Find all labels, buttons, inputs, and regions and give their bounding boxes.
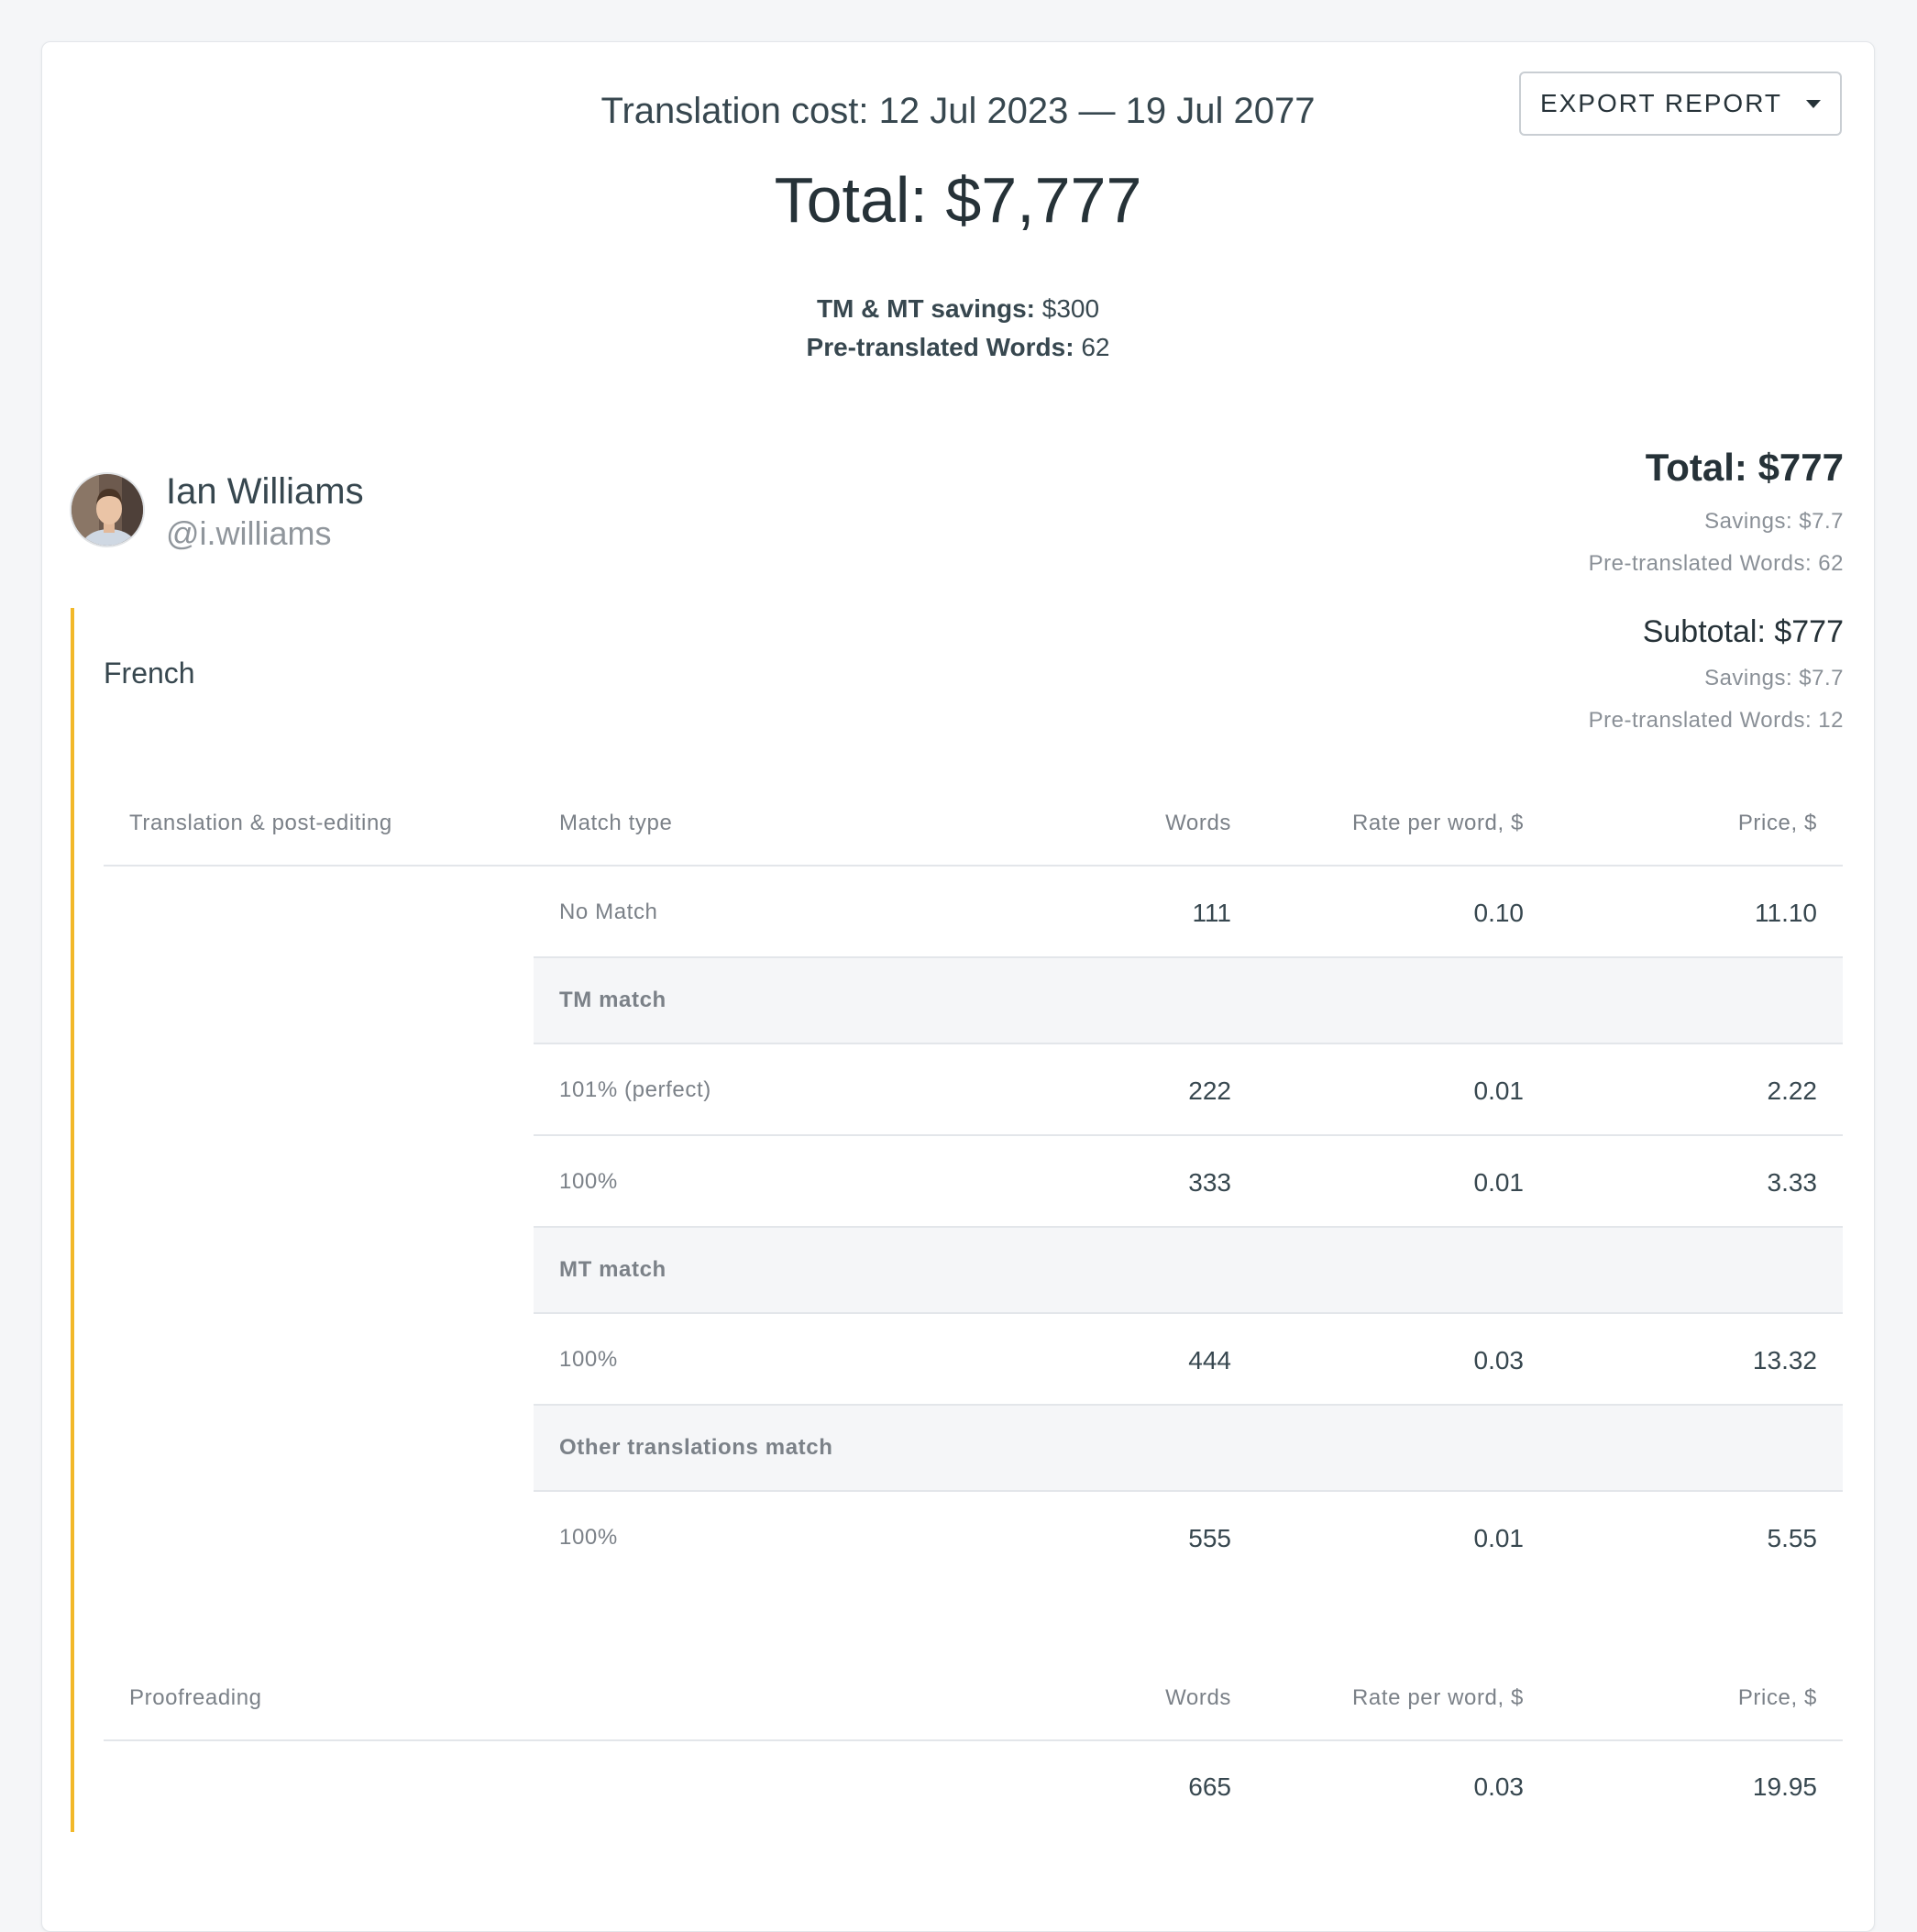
column-header-words: Words xyxy=(1165,1685,1231,1710)
row-divider xyxy=(534,1312,1843,1314)
savings-value: $300 xyxy=(1041,294,1100,323)
column-header-rate: Rate per word, $ xyxy=(1351,811,1524,835)
group-label-other-translations: Other translations match xyxy=(559,1435,833,1460)
group-label-mt-match: MT match xyxy=(559,1257,667,1282)
column-header-proofreading: Proofreading xyxy=(129,1685,262,1710)
pretranslated-value: 62 xyxy=(1081,333,1110,361)
header-divider xyxy=(104,865,1843,867)
avatar xyxy=(70,472,145,547)
price-cell: 3.33 xyxy=(1767,1168,1818,1197)
rate-cell: 0.10 xyxy=(1473,899,1525,927)
words-cell: 333 xyxy=(1188,1168,1231,1197)
grand-total: Total: $7,777 xyxy=(774,164,1142,236)
language-savings: Savings: $7.7 xyxy=(1704,666,1844,690)
user-handle: @i.williams xyxy=(166,514,332,552)
price-cell: 19.95 xyxy=(1752,1772,1817,1801)
words-cell: 555 xyxy=(1188,1524,1231,1552)
rate-cell: 0.01 xyxy=(1473,1076,1525,1105)
words-cell: 665 xyxy=(1188,1772,1231,1801)
pretranslated-label: Pre-translated Words: xyxy=(806,333,1074,361)
group-row: TM match xyxy=(534,958,1843,1043)
row-divider xyxy=(534,1043,1843,1044)
rate-cell: 0.03 xyxy=(1473,1772,1525,1801)
match-type-cell: No Match xyxy=(559,900,658,924)
group-row: MT match xyxy=(534,1228,1843,1313)
column-header-match-type: Match type xyxy=(559,811,673,835)
match-type-cell: 100% xyxy=(559,1169,618,1194)
savings-label: TM & MT savings: xyxy=(816,294,1035,323)
match-type-cell: 100% xyxy=(559,1525,618,1550)
pretranslated-summary: Pre-translated Words: 62 xyxy=(0,330,1916,365)
language-subtotal: Subtotal: $777 xyxy=(1642,614,1844,649)
rate-cell: 0.01 xyxy=(1473,1524,1525,1552)
rate-cell: 0.01 xyxy=(1473,1168,1525,1197)
header-divider xyxy=(104,1739,1843,1741)
user-savings: Savings: $7.7 xyxy=(1704,509,1844,534)
group-row: Other translations match xyxy=(534,1406,1843,1491)
words-cell: 444 xyxy=(1188,1346,1231,1374)
rate-cell: 0.03 xyxy=(1473,1346,1525,1374)
match-type-cell: 101% (perfect) xyxy=(559,1077,711,1102)
column-header-price: Price, $ xyxy=(1737,811,1817,835)
column-header-section: Translation & post-editing xyxy=(129,811,392,835)
export-report-button[interactable]: EXPORT REPORT xyxy=(1519,72,1842,136)
price-cell: 13.32 xyxy=(1752,1346,1817,1374)
column-header-price: Price, $ xyxy=(1737,1685,1817,1710)
user-total: Total: $777 xyxy=(1645,446,1844,489)
export-report-label: EXPORT REPORT xyxy=(1539,89,1783,117)
price-cell: 2.22 xyxy=(1767,1076,1818,1105)
caret-down-icon xyxy=(1806,99,1822,108)
price-cell: 11.10 xyxy=(1755,899,1817,927)
savings-summary: TM & MT savings: $300 xyxy=(0,292,1916,326)
user-pretranslated: Pre-translated Words: 62 xyxy=(1588,551,1844,576)
words-cell: 222 xyxy=(1188,1076,1231,1105)
column-header-words: Words xyxy=(1165,811,1231,835)
price-cell: 5.55 xyxy=(1767,1524,1818,1552)
words-cell: 111 xyxy=(1192,899,1231,927)
language-pretranslated: Pre-translated Words: 12 xyxy=(1588,708,1844,733)
column-header-rate: Rate per word, $ xyxy=(1351,1685,1524,1710)
language-name: French xyxy=(104,657,195,690)
row-divider xyxy=(534,1490,1843,1492)
row-divider xyxy=(534,1134,1843,1136)
user-name: Ian Williams xyxy=(166,471,364,512)
match-type-cell: 100% xyxy=(559,1347,618,1372)
group-label-tm-match: TM match xyxy=(559,988,667,1012)
language-accent-bar xyxy=(71,608,74,1832)
